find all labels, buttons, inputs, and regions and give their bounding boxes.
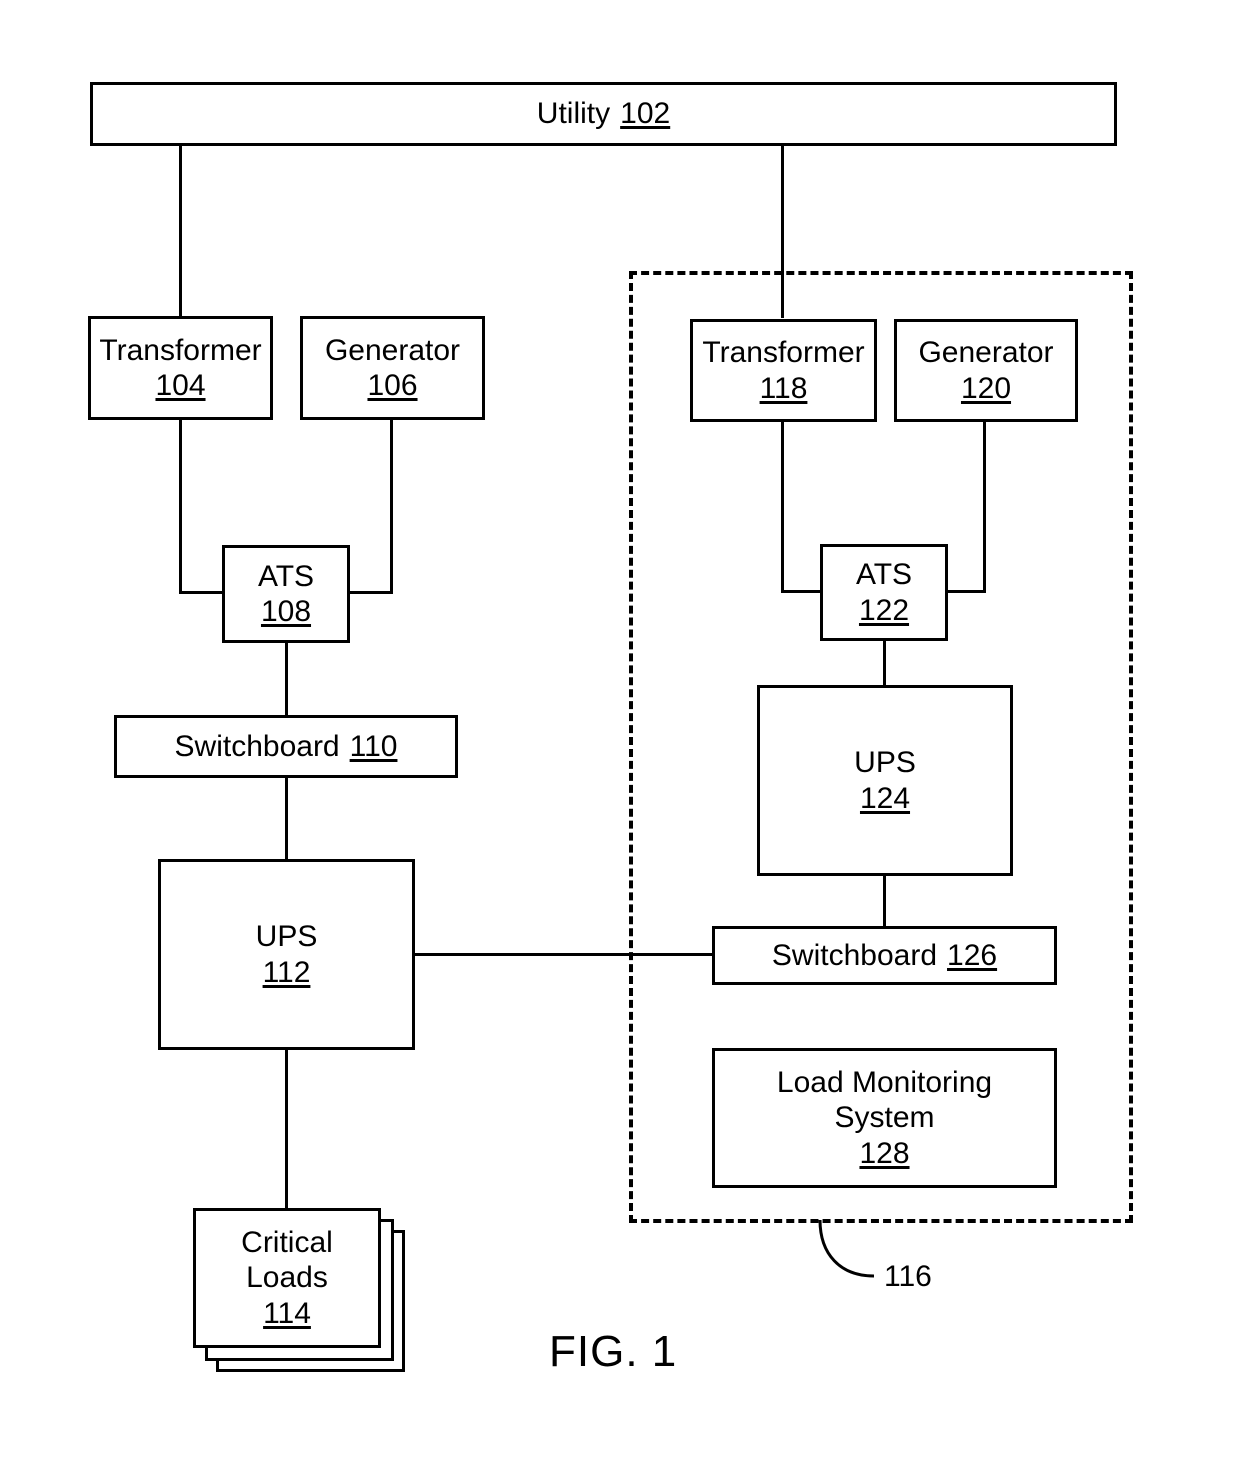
wire-switchboard-110-to-ups-112 bbox=[285, 777, 288, 860]
node-ats-122-ref: 122 bbox=[858, 593, 910, 627]
node-transformer-118-label: Transformer bbox=[702, 336, 865, 370]
node-critical-loads-114-ref: 114 bbox=[263, 1296, 311, 1330]
node-switchboard-126-label: Switchboard bbox=[771, 938, 938, 972]
wire-ups-124-to-switchboard-126 bbox=[883, 876, 886, 927]
wire-generator-120-to-ats-122 bbox=[945, 590, 986, 593]
node-ats-122-label: ATS bbox=[855, 558, 913, 592]
node-generator-106[interactable]: Generator 106 bbox=[300, 316, 485, 420]
node-utility-ref: 102 bbox=[620, 97, 671, 131]
node-transformer-104-label: Transformer bbox=[99, 333, 262, 367]
node-ups-124[interactable]: UPS 124 bbox=[757, 685, 1013, 876]
wire-transformer-118-down bbox=[781, 421, 784, 593]
wire-ups-112-to-critical-loads-114 bbox=[285, 1049, 288, 1209]
node-transformer-118-ref: 118 bbox=[759, 371, 808, 405]
node-utility-label: Utility bbox=[536, 97, 611, 131]
node-load-monitoring-system-128-label-line1: Load Monitoring bbox=[776, 1065, 993, 1099]
wire-transformer-104-down bbox=[179, 419, 182, 594]
node-switchboard-126[interactable]: Switchboard 126 bbox=[712, 926, 1057, 985]
node-generator-120-label: Generator bbox=[918, 336, 1054, 370]
node-ups-124-ref: 124 bbox=[859, 781, 911, 815]
wire-ats-108-to-switchboard-110 bbox=[285, 642, 288, 716]
wire-ups-112-to-switchboard-126 bbox=[414, 953, 714, 956]
node-transformer-104[interactable]: Transformer 104 bbox=[88, 316, 273, 420]
wire-transformer-104-to-ats-108 bbox=[179, 591, 225, 594]
node-ups-124-label: UPS bbox=[854, 746, 916, 780]
node-switchboard-110-ref: 110 bbox=[349, 729, 398, 763]
boundary-ref-116: 116 bbox=[884, 1260, 932, 1293]
figure-caption: FIG. 1 bbox=[549, 1327, 678, 1376]
node-generator-106-ref: 106 bbox=[367, 369, 418, 402]
node-switchboard-126-ref: 126 bbox=[947, 938, 998, 972]
node-ups-112[interactable]: UPS 112 bbox=[158, 859, 415, 1050]
wire-utility-to-transformer-118 bbox=[781, 145, 784, 318]
wire-ats-122-to-ups-124 bbox=[883, 641, 886, 686]
node-ats-108-ref: 108 bbox=[260, 595, 312, 628]
wire-generator-106-down bbox=[390, 419, 393, 594]
wire-generator-106-to-ats-108 bbox=[347, 591, 393, 594]
wire-utility-to-transformer-104 bbox=[179, 145, 182, 318]
node-ups-112-ref: 112 bbox=[262, 955, 311, 989]
patent-figure-1: Utility 102 Transformer 104 Generator 10… bbox=[0, 0, 1240, 1462]
wire-transformer-118-to-ats-122 bbox=[781, 590, 823, 593]
node-critical-loads-114[interactable]: Critical Loads 114 bbox=[193, 1208, 381, 1348]
node-switchboard-110-label: Switchboard bbox=[174, 729, 340, 763]
node-switchboard-110[interactable]: Switchboard 110 bbox=[114, 715, 458, 778]
node-generator-120[interactable]: Generator 120 bbox=[894, 319, 1078, 422]
node-load-monitoring-system-128-label-line2: System bbox=[834, 1101, 935, 1135]
node-transformer-104-ref: 104 bbox=[155, 369, 206, 402]
node-critical-loads-114-label-line1: Critical bbox=[241, 1225, 333, 1259]
node-ups-112-label: UPS bbox=[255, 920, 318, 954]
node-ats-108-label: ATS bbox=[257, 559, 315, 593]
wire-generator-120-down bbox=[983, 421, 986, 593]
node-generator-106-label: Generator bbox=[324, 333, 461, 367]
node-utility[interactable]: Utility 102 bbox=[90, 82, 1117, 146]
node-load-monitoring-system-128-ref: 128 bbox=[859, 1136, 910, 1170]
node-ats-122[interactable]: ATS 122 bbox=[820, 544, 948, 641]
node-transformer-118[interactable]: Transformer 118 bbox=[690, 319, 877, 422]
node-generator-120-ref: 120 bbox=[960, 371, 1012, 405]
node-load-monitoring-system-128[interactable]: Load Monitoring System 128 bbox=[712, 1048, 1057, 1188]
node-ats-108[interactable]: ATS 108 bbox=[222, 545, 350, 643]
node-critical-loads-114-label-line2: Loads bbox=[246, 1261, 328, 1295]
